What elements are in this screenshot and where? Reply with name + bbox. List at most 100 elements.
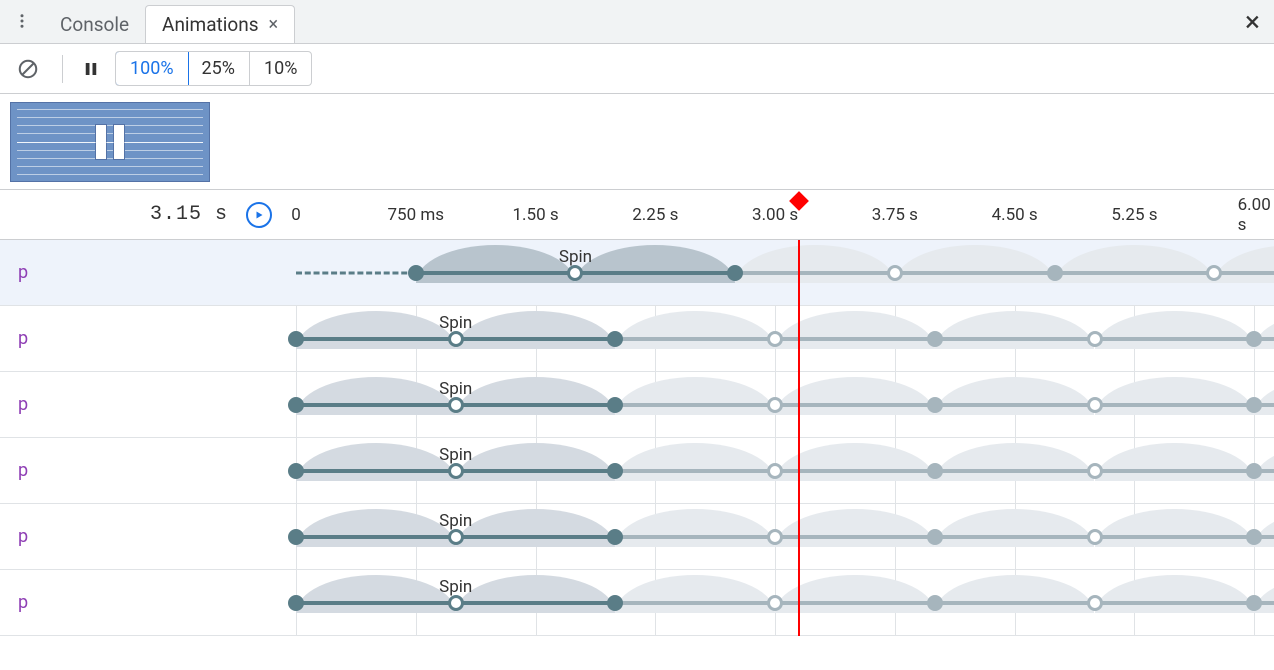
iteration-curve xyxy=(1095,509,1255,547)
track-lane[interactable]: Spin xyxy=(290,240,1274,305)
iteration-curve xyxy=(456,443,616,481)
keyframe-dot[interactable] xyxy=(767,529,783,545)
keyframe-dot[interactable] xyxy=(1246,397,1262,413)
tab-console[interactable]: Console xyxy=(44,5,145,43)
keyframe-dot[interactable] xyxy=(927,463,943,479)
animation-name-label: Spin xyxy=(439,313,472,333)
close-tab-icon[interactable]: × xyxy=(269,14,279,35)
speed-10[interactable]: 10% xyxy=(250,52,311,85)
iteration-curve xyxy=(456,377,616,415)
iteration-curve xyxy=(296,509,456,547)
track-row[interactable]: pSpin xyxy=(0,504,1274,570)
keyframe-dot[interactable] xyxy=(1087,463,1103,479)
track-row[interactable]: pSpin xyxy=(0,570,1274,636)
iteration-curve xyxy=(735,245,895,283)
track-lane[interactable]: Spin xyxy=(290,306,1274,371)
keyframe-dot[interactable] xyxy=(288,331,304,347)
iteration-curve xyxy=(615,575,775,613)
track-lane[interactable]: Spin xyxy=(290,372,1274,437)
iteration-curve xyxy=(1095,311,1255,349)
track-row[interactable]: p Spin xyxy=(0,438,1274,504)
track-row[interactable]: pSpin xyxy=(0,240,1274,306)
keyframe-dot[interactable] xyxy=(927,529,943,545)
keyframe-dot[interactable] xyxy=(927,397,943,413)
iteration-curve xyxy=(935,509,1095,547)
animation-group-preview[interactable] xyxy=(10,102,210,182)
iteration-curve xyxy=(775,377,935,415)
track-element-label: p xyxy=(0,394,290,415)
more-menu-icon[interactable] xyxy=(0,0,44,43)
keyframe-dot[interactable] xyxy=(448,331,464,347)
speed-25[interactable]: 25% xyxy=(188,52,250,85)
track-row[interactable]: pSpin xyxy=(0,372,1274,438)
current-time: 3.15 s xyxy=(150,203,228,226)
play-icon[interactable] xyxy=(246,202,272,228)
keyframe-dot[interactable] xyxy=(767,463,783,479)
ruler-controls: 3.15 s xyxy=(0,202,290,228)
tab-animations[interactable]: Animations × xyxy=(145,5,295,43)
timeline-ruler[interactable]: 3.15 s 0750 ms1.50 s2.25 s3.00 s3.75 s4.… xyxy=(0,190,1274,240)
keyframe-dot[interactable] xyxy=(767,397,783,413)
track-element-label: p xyxy=(0,262,290,283)
track-element-label: p xyxy=(0,328,290,349)
tab-label: Console xyxy=(60,13,129,36)
track-element-label: p xyxy=(0,526,290,547)
keyframe-dot[interactable] xyxy=(887,265,903,281)
keyframe-dot[interactable] xyxy=(607,529,623,545)
keyframe-dot[interactable] xyxy=(767,595,783,611)
keyframe-dot[interactable] xyxy=(727,265,743,281)
keyframe-dot[interactable] xyxy=(567,265,583,281)
keyframe-dot[interactable] xyxy=(288,463,304,479)
keyframe-dot[interactable] xyxy=(1087,595,1103,611)
keyframe-dot[interactable] xyxy=(288,529,304,545)
speed-100[interactable]: 100% xyxy=(115,51,189,86)
ruler-tick: 5.25 s xyxy=(1111,205,1157,225)
keyframe-dot[interactable] xyxy=(927,595,943,611)
tab-label: Animations xyxy=(162,13,258,36)
playback-speed-group: 100% 25% 10% xyxy=(115,51,312,86)
keyframe-dot[interactable] xyxy=(288,595,304,611)
keyframe-dot[interactable] xyxy=(1246,331,1262,347)
track-lane[interactable]: Spin xyxy=(290,504,1274,569)
keyframe-dot[interactable] xyxy=(607,331,623,347)
track-element-label: p xyxy=(0,460,290,481)
track-row[interactable]: p Spin xyxy=(0,306,1274,372)
keyframe-dot[interactable] xyxy=(448,595,464,611)
keyframe-dot[interactable] xyxy=(448,529,464,545)
close-drawer-icon[interactable]: × xyxy=(1245,8,1260,36)
delay-line xyxy=(296,271,416,274)
keyframe-dot[interactable] xyxy=(1087,529,1103,545)
keyframe-dot[interactable] xyxy=(1087,397,1103,413)
ruler-tick: 3.00 s xyxy=(752,205,798,225)
ruler-tick: 1.50 s xyxy=(512,205,558,225)
keyframe-dot[interactable] xyxy=(1246,463,1262,479)
iteration-curve xyxy=(1214,245,1274,283)
pause-all-icon[interactable] xyxy=(73,51,109,87)
separator xyxy=(62,55,63,83)
ruler-ticks[interactable]: 0750 ms1.50 s2.25 s3.00 s3.75 s4.50 s5.2… xyxy=(290,190,1274,239)
keyframe-dot[interactable] xyxy=(448,463,464,479)
iteration-curve xyxy=(296,377,456,415)
keyframe-dot[interactable] xyxy=(1087,331,1103,347)
keyframe-dot[interactable] xyxy=(1047,265,1063,281)
keyframe-dot[interactable] xyxy=(927,331,943,347)
pause-icon xyxy=(95,124,125,160)
iteration-curve xyxy=(1095,377,1255,415)
keyframe-dot[interactable] xyxy=(607,463,623,479)
keyframe-dot[interactable] xyxy=(448,397,464,413)
keyframe-dot[interactable] xyxy=(1246,595,1262,611)
iteration-curve xyxy=(775,575,935,613)
keyframe-dot[interactable] xyxy=(1206,265,1222,281)
keyframe-dot[interactable] xyxy=(607,595,623,611)
track-lane[interactable]: Spin xyxy=(290,570,1274,635)
keyframe-dot[interactable] xyxy=(288,397,304,413)
track-lane[interactable]: Spin xyxy=(290,438,1274,503)
clear-icon[interactable] xyxy=(10,51,46,87)
keyframe-dot[interactable] xyxy=(408,265,424,281)
ruler-tick: 0 xyxy=(291,205,301,225)
keyframe-dot[interactable] xyxy=(607,397,623,413)
iteration-curve xyxy=(296,311,456,349)
animation-name-label: Spin xyxy=(439,445,472,465)
keyframe-dot[interactable] xyxy=(767,331,783,347)
keyframe-dot[interactable] xyxy=(1246,529,1262,545)
